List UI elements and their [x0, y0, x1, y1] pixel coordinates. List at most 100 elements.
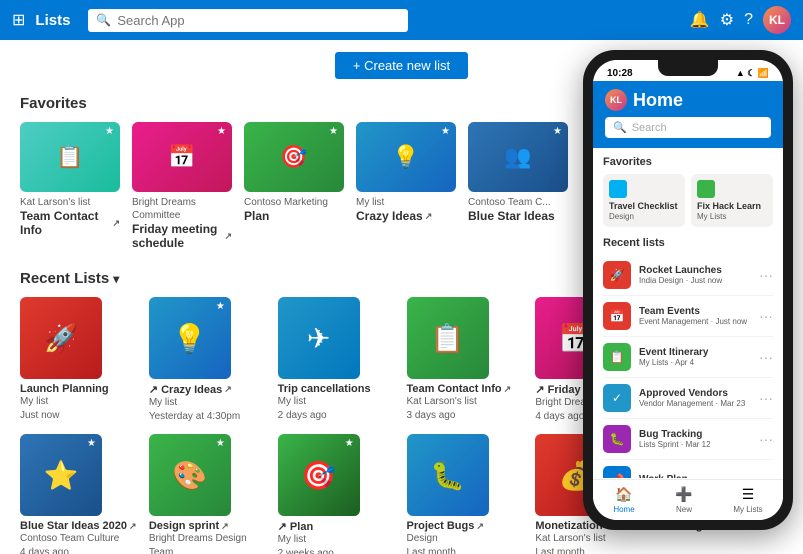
fav-name-3: Plan	[244, 209, 344, 223]
home-icon: 🏠	[615, 486, 632, 503]
phone-search-placeholder: Search	[632, 122, 667, 134]
phone-nav-home[interactable]: 🏠 Home	[613, 486, 634, 514]
phone-list-item-1[interactable]: 🚀 Rocket Launches India Design · Just no…	[603, 255, 773, 296]
phone-item-name-2: Team Events	[639, 306, 747, 317]
mylists-icon: ☰	[742, 486, 755, 503]
fav-meta-4: My list	[356, 196, 456, 209]
phone-item-name-6: Work Plan	[639, 474, 688, 478]
help-icon[interactable]: ?	[744, 11, 753, 29]
phone-item-sub-2: Event Management · Just now	[639, 317, 747, 326]
phone-list-item-3[interactable]: 📋 Event Itinerary My Lists · Apr 4 ···	[603, 337, 773, 378]
fav-card-2[interactable]: 📅 ★ Bright Dreams Committee Friday meeti…	[132, 122, 232, 250]
phone-nav-mylists[interactable]: ☰ My Lists	[733, 486, 762, 514]
search-bar[interactable]: 🔍	[88, 9, 408, 32]
team-name: Team Contact Info ↗	[407, 383, 526, 395]
phone-item-icon-4: ✓	[603, 384, 631, 412]
bluestar-icon: ⭐	[44, 459, 79, 492]
new-label: New	[676, 505, 692, 514]
new-icon: ➕	[675, 486, 692, 503]
fav-star-3: ★	[329, 126, 338, 137]
phone-item-more-2[interactable]: ···	[759, 308, 773, 324]
phone-outer: 10:28 ▲ ☾ 📶 KL Home 🔍 Search Favorites	[583, 50, 793, 530]
fav-card-3[interactable]: 🎯 ★ Contoso Marketing Plan	[244, 122, 344, 250]
team-icon: 📋	[430, 322, 465, 355]
notification-icon[interactable]: 🔔	[690, 10, 710, 30]
list-card-design[interactable]: 🎨 ★ Design sprint ↗ Bright Dreams Design…	[149, 434, 268, 554]
phone-list-item-4[interactable]: ✓ Approved Vendors Vendor Management · M…	[603, 378, 773, 419]
fav-meta-2: Bright Dreams Committee	[132, 196, 232, 222]
fav-meta-3: Contoso Marketing	[244, 196, 344, 209]
phone-item-more-4[interactable]: ···	[759, 390, 773, 406]
list-tile-team: 📋	[407, 297, 489, 379]
crazy-star: ★	[216, 301, 225, 312]
fav-icon-4: 💡	[392, 144, 419, 170]
phone-recent-title: Recent lists	[603, 237, 773, 249]
fav-name-1: Team Contact Info ↗	[20, 209, 120, 237]
fav-icon-2: 📅	[168, 144, 195, 170]
phone-item-icon-3: 📋	[603, 343, 631, 371]
search-input[interactable]	[117, 13, 400, 28]
phone-item-more-6[interactable]: ···	[759, 472, 773, 478]
phone-nav-new[interactable]: ➕ New	[675, 486, 692, 514]
phone-header-title: Home	[633, 90, 683, 111]
phone-list-item-6[interactable]: 📌 Work Plan ···	[603, 460, 773, 478]
phone-fav-card-2[interactable]: Fix Hack Learn My Lists	[691, 174, 773, 227]
phone-item-more-3[interactable]: ···	[759, 349, 773, 365]
trip-icon: ✈	[307, 322, 330, 355]
phone-fav-sub-2: My Lists	[697, 212, 767, 221]
settings-icon[interactable]: ⚙	[720, 10, 734, 30]
phone-item-sub-5: Lists Sprint · Mar 12	[639, 440, 711, 449]
trip-meta: My list2 days ago	[278, 395, 397, 423]
list-card-crazy-ideas[interactable]: 💡 ★ ↗ Crazy Ideas ↗ My listYesterday at …	[149, 297, 268, 424]
grid-icon[interactable]: ⊞	[12, 10, 25, 30]
launch-name: Launch Planning	[20, 383, 139, 395]
bluestar-name: Blue Star Ideas 2020 ↗	[20, 520, 139, 532]
phone-list-item-5[interactable]: 🐛 Bug Tracking Lists Sprint · Mar 12 ···	[603, 419, 773, 460]
phone-fav-icon-1	[609, 180, 627, 198]
list-card-trip[interactable]: ✈ Trip cancellations My list2 days ago	[278, 297, 397, 424]
bluestar-star: ★	[87, 438, 96, 449]
home-label: Home	[613, 505, 634, 514]
fav-star-4: ★	[441, 126, 450, 137]
phone-favorites-title: Favorites	[603, 156, 773, 168]
phone-fav-sub-1: Design	[609, 212, 679, 221]
mylists-label: My Lists	[733, 505, 762, 514]
list-card-bluestar[interactable]: ⭐ ★ Blue Star Ideas 2020 ↗ Contoso Team …	[20, 434, 139, 554]
design-star: ★	[216, 438, 225, 449]
avatar[interactable]: KL	[763, 6, 791, 34]
phone-item-icon-2: 📅	[603, 302, 631, 330]
phone-content: Favorites Travel Checklist Design Fix Ha…	[593, 148, 783, 478]
phone-item-more-5[interactable]: ···	[759, 431, 773, 447]
plan-meta: My list2 weeks ago	[278, 533, 397, 554]
phone-list-item-2[interactable]: 📅 Team Events Event Management · Just no…	[603, 296, 773, 337]
list-card-launch-planning[interactable]: 🚀 Launch Planning My listJust now	[20, 297, 139, 424]
team-meta: Kat Larson's list3 days ago	[407, 395, 526, 423]
phone-item-sub-4: Vendor Management · Mar 23	[639, 399, 745, 408]
fav-name-4: Crazy Ideas ↗	[356, 209, 456, 223]
phone-fav-name-2: Fix Hack Learn	[697, 201, 767, 212]
list-tile-crazy: 💡 ★	[149, 297, 231, 379]
phone-screen: 10:28 ▲ ☾ 📶 KL Home 🔍 Search Favorites	[593, 60, 783, 520]
phone-item-more-1[interactable]: ···	[759, 267, 773, 283]
phone-status-icons: ▲ ☾ 📶	[736, 68, 769, 79]
fav-card-4[interactable]: 💡 ★ My list Crazy Ideas ↗	[356, 122, 456, 250]
design-name: Design sprint ↗	[149, 520, 268, 532]
list-tile-plan: 🎯 ★	[278, 434, 360, 516]
app-title: Lists	[35, 12, 70, 29]
phone-fav-card-1[interactable]: Travel Checklist Design	[603, 174, 685, 227]
list-card-bugs[interactable]: 🐛 Project Bugs ↗ DesignLast month	[407, 434, 526, 554]
phone-fav-icon-2	[697, 180, 715, 198]
fav-card-1[interactable]: 📋 ★ Kat Larson's list Team Contact Info …	[20, 122, 120, 250]
plan-icon: 🎯	[301, 459, 336, 492]
fav-name-2: Friday meeting schedule ↗	[132, 222, 232, 250]
fav-icon-5: 👥	[504, 144, 531, 170]
list-tile-launch: 🚀	[20, 297, 102, 379]
list-card-plan[interactable]: 🎯 ★ ↗ Plan My list2 weeks ago	[278, 434, 397, 554]
recent-chevron-icon[interactable]: ▾	[113, 272, 119, 286]
create-new-list-button[interactable]: + Create new list	[335, 52, 468, 79]
list-card-team-contact[interactable]: 📋 Team Contact Info ↗ Kat Larson's list3…	[407, 297, 526, 424]
phone-search-bar[interactable]: 🔍 Search	[605, 117, 771, 138]
fav-card-5[interactable]: 👥 ★ Contoso Team C... Blue Star Ideas	[468, 122, 568, 250]
recent-title: Recent Lists	[20, 270, 109, 287]
plan-star: ★	[345, 438, 354, 449]
